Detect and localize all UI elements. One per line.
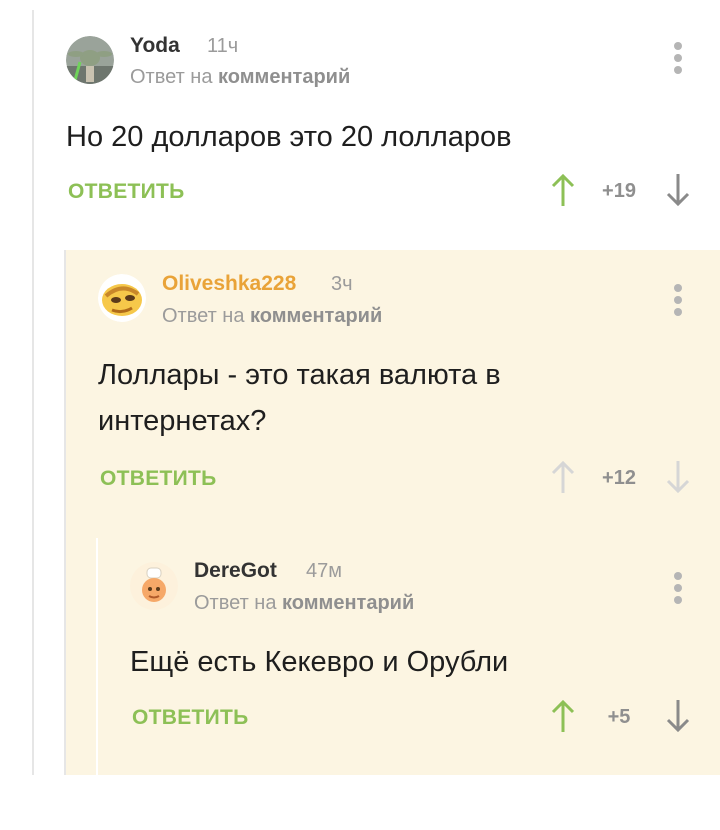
reply-to-link[interactable]: комментарий <box>282 592 414 614</box>
comment-text: Ещё есть Кекевро и Орубли <box>130 646 509 678</box>
comment-deregot: DereGot 47м Ответ на комментарий Ещё ест… <box>0 538 720 775</box>
more-options-icon[interactable] <box>666 572 690 610</box>
reply-to-link[interactable]: комментарий <box>218 66 350 88</box>
comment-text: Лоллары - это такая валюта в интернетах? <box>98 352 501 444</box>
arrow-up-icon[interactable] <box>550 459 576 495</box>
author-name[interactable]: Oliveshka228 <box>162 272 296 296</box>
reply-button[interactable]: ОТВЕТИТЬ <box>100 467 217 491</box>
avatar[interactable] <box>98 274 146 322</box>
more-options-icon[interactable] <box>666 42 690 80</box>
comment-oliveshka228: Oliveshka228 3ч Ответ на комментарий Лол… <box>0 250 720 540</box>
reply-to-link[interactable]: комментарий <box>250 305 382 327</box>
comment-time: 3ч <box>331 273 353 295</box>
vote-controls: +5 <box>548 698 708 738</box>
reply-button[interactable]: ОТВЕТИТЬ <box>68 180 185 204</box>
author-name[interactable]: DereGot <box>194 559 277 583</box>
vote-controls: +19 <box>548 172 708 212</box>
vote-score: +5 <box>607 706 631 728</box>
avatar[interactable] <box>130 562 178 610</box>
arrow-up-icon[interactable] <box>550 698 576 734</box>
reply-to-prefix: Ответ на <box>194 592 277 614</box>
comment-time: 47м <box>306 560 342 582</box>
reply-to-line: Ответ на комментарий <box>194 592 414 615</box>
author-name[interactable]: Yoda <box>130 34 180 58</box>
comment-text: Но 20 долларов это 20 лолларов <box>66 121 512 153</box>
avatar[interactable] <box>66 36 114 84</box>
arrow-down-icon[interactable] <box>665 459 691 495</box>
arrow-up-icon[interactable] <box>550 172 576 208</box>
comment-yoda: Yoda 11ч Ответ на комментарий Но 20 долл… <box>0 0 720 250</box>
comment-time: 11ч <box>207 35 239 57</box>
reply-to-line: Ответ на комментарий <box>162 305 382 328</box>
reply-to-prefix: Ответ на <box>130 66 213 88</box>
arrow-down-icon[interactable] <box>665 172 691 208</box>
reply-to-line: Ответ на комментарий <box>130 66 350 89</box>
more-options-icon[interactable] <box>666 284 690 322</box>
comment-text-line: Лоллары - это такая валюта в <box>98 359 501 391</box>
vote-controls: +12 <box>548 459 708 499</box>
reply-button[interactable]: ОТВЕТИТЬ <box>132 706 249 730</box>
comment-text-line: интернетах? <box>98 405 267 437</box>
reply-to-prefix: Ответ на <box>162 305 245 327</box>
vote-score: +19 <box>602 180 636 202</box>
vote-score: +12 <box>602 467 636 489</box>
arrow-down-icon[interactable] <box>665 698 691 734</box>
